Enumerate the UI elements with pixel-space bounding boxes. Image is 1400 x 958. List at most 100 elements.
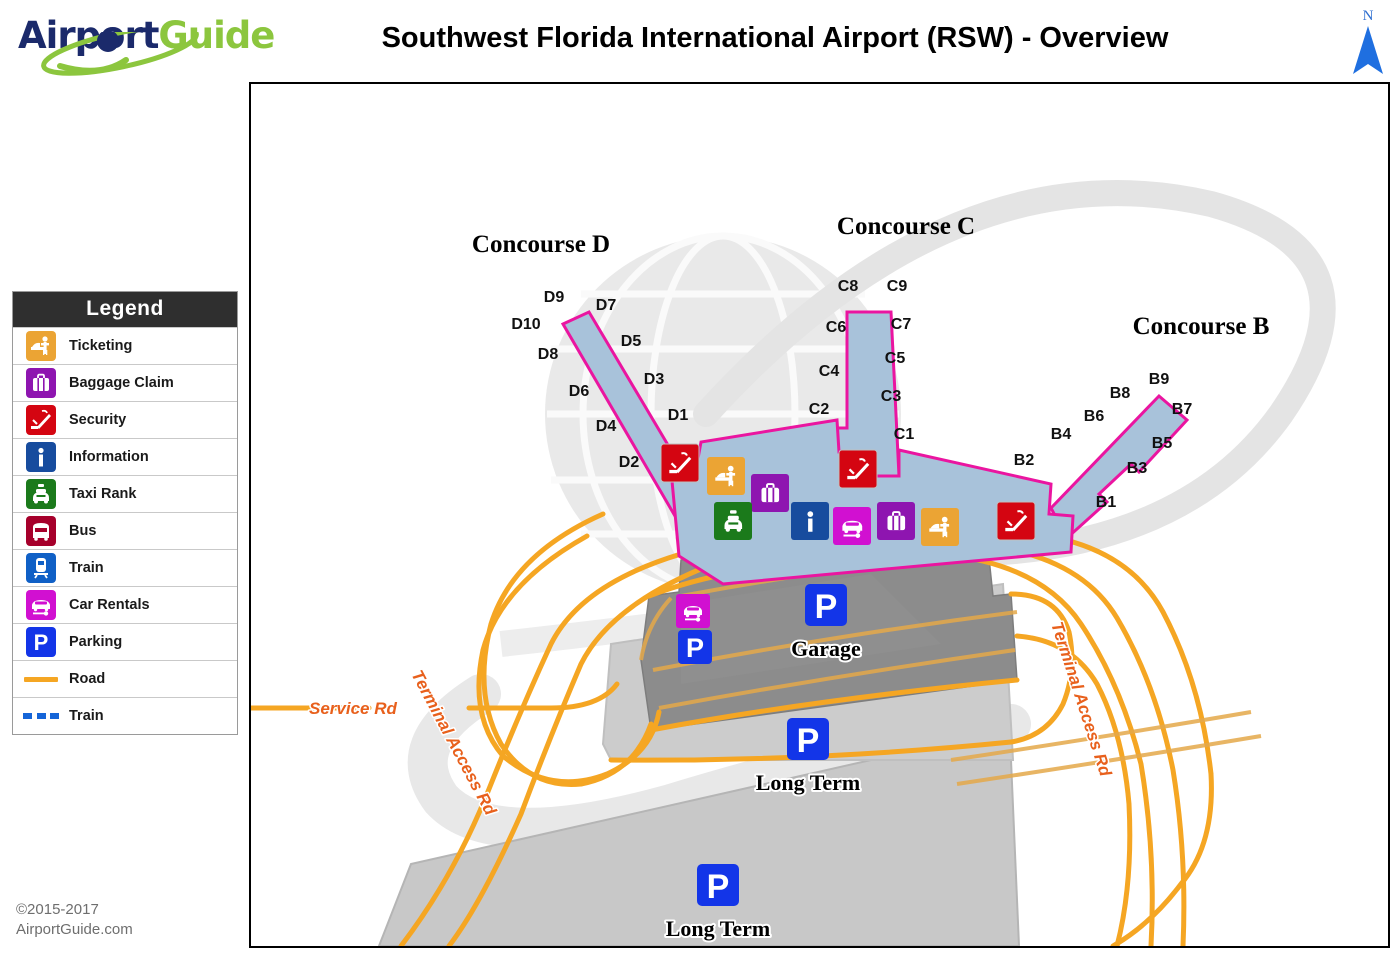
legend-label: Baggage Claim [69,375,174,391]
legend-label: Road [69,671,106,687]
map-icon-ticketing-d[interactable] [707,457,745,495]
gate-label: B5 [1152,435,1173,452]
copyright-line1: ©2015-2017 [16,901,99,918]
train-swatch-icon [13,713,69,719]
gate-label: B2 [1014,452,1035,469]
copyright-notice: ©2015-2017 AirportGuide.com [16,900,133,940]
map-icon-parking-garage-small[interactable]: P [678,630,712,664]
gate-label: C3 [881,388,902,405]
legend-panel: Legend Ticketing Baggage Claim Security [12,291,238,735]
legend-label: Train [69,708,104,724]
gate-label: C9 [887,278,908,295]
legend-label: Parking [69,634,123,650]
map-icon-security-b[interactable] [996,501,1036,541]
gate-label: B3 [1127,460,1148,477]
road-swatch-icon [13,676,69,682]
legend-label: Train [69,560,104,576]
gate-label: C8 [838,278,859,295]
map-icon-baggage-claim-d[interactable] [751,474,789,512]
legend-item-information[interactable]: Information [13,438,237,475]
gate-label: C1 [894,426,915,443]
ticketing-icon [13,331,69,361]
map-icon-car-rentals-garage[interactable] [676,594,710,628]
map-icon-security-d[interactable] [660,443,700,483]
concourse-title-d: Concourse D [472,231,610,258]
map-icon-taxi-rank[interactable] [714,502,752,540]
information-icon [13,442,69,472]
map-canvas[interactable]: Concourse D Concourse C Concourse B D10 … [251,84,1388,946]
taxi-rank-icon [13,479,69,509]
legend-item-train[interactable]: Train [13,549,237,586]
gate-label: D10 [511,316,540,333]
gate-label: C4 [819,363,840,380]
gate-label: D9 [544,289,565,306]
gate-label: B8 [1110,385,1131,402]
map-icon-baggage-claim-b[interactable] [877,502,915,540]
baggage-claim-icon [13,368,69,398]
gate-label: B7 [1172,401,1193,418]
bus-icon [13,516,69,546]
gate-label: D6 [569,383,590,400]
parking-icon: P [13,627,69,657]
svg-text:P: P [686,633,704,663]
svg-text:P: P [815,588,838,626]
car-rentals-icon [13,590,69,620]
legend-item-parking[interactable]: P Parking [13,623,237,660]
gate-label: D3 [644,371,665,388]
north-label: N [1362,8,1374,24]
legend-item-train-line[interactable]: Train [13,697,237,734]
airport-map[interactable]: Concourse D Concourse C Concourse B D10 … [249,82,1390,948]
gate-label: B1 [1096,494,1117,511]
legend-item-security[interactable]: Security [13,401,237,438]
gate-label: C5 [885,350,906,367]
gate-label: D2 [619,454,640,471]
gate-label: D4 [596,418,617,435]
map-icon-ticketing-b[interactable] [921,508,959,546]
gate-label: B4 [1051,426,1072,443]
legend-item-car-rentals[interactable]: Car Rentals [13,586,237,623]
svg-text:P: P [707,868,730,906]
legend-title: Legend [13,292,237,327]
map-icon-security-c[interactable] [838,449,878,489]
svg-text:P: P [34,630,49,655]
legend-label: Taxi Rank [69,486,137,502]
gate-label: C7 [891,316,912,333]
concourse-title-b: Concourse B [1133,313,1270,340]
legend-label: Ticketing [69,338,133,354]
parking-label-garage: Garage [791,636,861,661]
legend-item-road[interactable]: Road [13,660,237,697]
map-icon-information[interactable] [791,502,829,540]
copyright-line2: AirportGuide.com [16,921,133,938]
parking-label-long-term-south: Long Term [666,916,771,941]
legend-label: Security [69,412,127,428]
parking-marker-long-term-south[interactable]: P [697,864,739,906]
gate-label: B9 [1149,371,1170,388]
train-icon [13,553,69,583]
parking-label-long-term-main: Long Term [756,770,861,795]
legend-label: Information [69,449,149,465]
globe-swoosh-icon [41,32,199,76]
legend-item-taxi-rank[interactable]: Taxi Rank [13,475,237,512]
gate-label: C2 [809,401,830,418]
gate-label: D7 [596,297,617,314]
road-label-service-rd: Service Rd [309,699,397,718]
gate-label: B6 [1084,408,1105,425]
north-arrow-icon [1353,26,1383,74]
brand-logo[interactable]: AirportGuide [14,6,275,76]
parking-marker-garage[interactable]: P [805,584,847,626]
north-indicator: N [1348,8,1388,80]
legend-item-bus[interactable]: Bus [13,512,237,549]
gate-label: D5 [621,333,642,350]
gate-label: C6 [826,319,847,336]
page-title: Southwest Florida International Airport … [381,22,1169,54]
gate-label: D8 [538,346,559,363]
legend-item-ticketing[interactable]: Ticketing [13,327,237,364]
map-icon-car-rentals[interactable] [833,507,871,545]
concourse-title-c: Concourse C [837,213,975,240]
legend-label: Car Rentals [69,597,150,613]
legend-item-baggage-claim[interactable]: Baggage Claim [13,364,237,401]
gate-label: D1 [668,407,689,424]
parking-marker-long-term-main[interactable]: P [787,718,829,760]
svg-text:P: P [797,722,820,760]
legend-label: Bus [69,523,97,539]
